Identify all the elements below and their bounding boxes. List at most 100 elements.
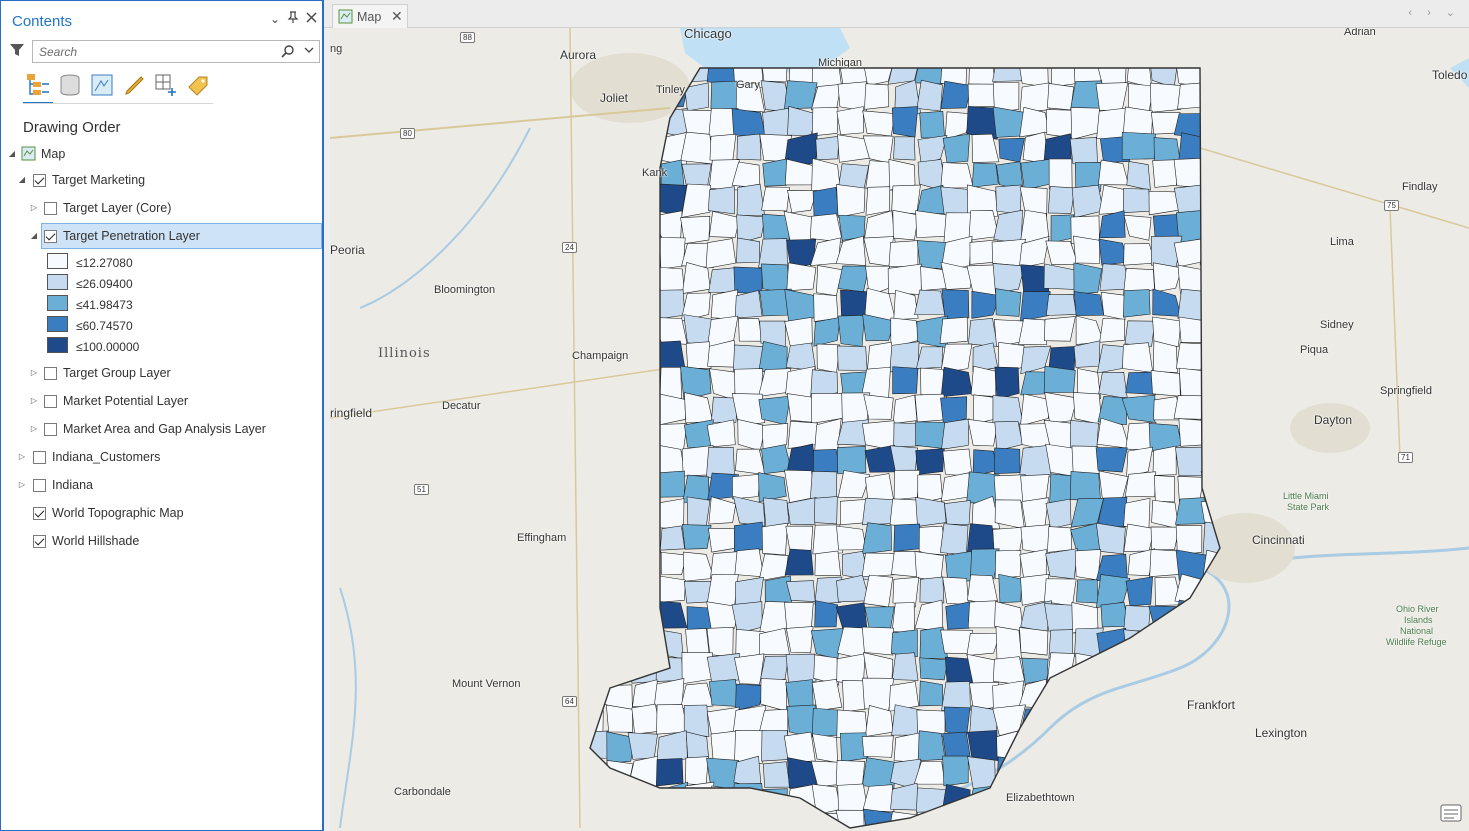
expand-triangle-icon[interactable]: ▷ [17,446,27,468]
layer-checkbox[interactable] [33,507,46,520]
zip-area [630,211,657,244]
toolbar-divider [23,103,213,104]
list-by-drawing-order-icon[interactable] [25,71,51,99]
tree-item-target-marketing[interactable]: ◢ Target Marketing [17,169,317,191]
layer-checkbox[interactable] [33,535,46,548]
layer-checkbox[interactable] [44,230,57,243]
search-icon[interactable] [281,44,295,58]
layer-checkbox[interactable] [44,202,57,215]
map-canvas[interactable]: Illinois Chicago Aurora Joliet Tinley Ga… [330,28,1469,831]
zip-area [942,755,969,787]
list-by-labeling-icon[interactable] [185,71,211,99]
place-label: ng [330,43,343,55]
place-label: Toledo [1432,68,1468,82]
expand-triangle-icon[interactable]: ▷ [29,418,39,440]
list-by-snapping-icon[interactable] [153,71,179,99]
pin-icon[interactable] [285,11,301,27]
place-label: Bloomington [434,284,496,296]
tree-item-label: Indiana_Customers [52,450,161,464]
legend-label: ≤12.27080 [76,256,133,270]
zip-area [627,185,661,217]
expand-triangle-icon[interactable]: ▷ [29,390,39,412]
zip-area [629,813,660,828]
zip-area [628,755,659,790]
tree-item-target-layer-core[interactable]: ▷ Target Layer (Core) [29,197,319,219]
place-label: Wildlife Refuge [1386,637,1447,647]
zip-area [994,366,1020,400]
tree-item-map[interactable]: ◢ Map [7,143,307,165]
zip-area [685,341,712,369]
zip-area [605,288,637,320]
zip-area [967,730,999,761]
tree-item-label: Target Marketing [52,173,146,187]
zip-area [655,758,684,787]
chevron-down-icon[interactable] [304,45,314,55]
zip-area [590,421,610,452]
zip-area [891,602,915,634]
zip-area [836,525,867,551]
list-by-editing-icon[interactable] [121,71,147,99]
tree-item-label: Target Penetration Layer [63,229,200,243]
collapse-triangle-icon[interactable]: ◢ [29,225,39,247]
list-by-source-icon[interactable] [57,71,83,99]
close-icon[interactable] [303,11,319,27]
zip-area [786,443,817,475]
zip-area [1072,784,1103,816]
layer-checkbox[interactable] [33,451,46,464]
zip-area [733,521,764,554]
map-overview-icon[interactable] [1440,803,1462,823]
zip-area [992,680,1024,709]
tree-item-world-topographic[interactable]: World Topographic Map [17,502,317,524]
zip-area [863,394,894,420]
zip-area [737,419,767,452]
tree-item-market-potential[interactable]: ▷ Market Potential Layer [29,390,319,412]
tab-nav-arrows[interactable]: ‹ › ⌄ [1408,6,1461,19]
tree-item-target-penetration[interactable]: ◢ Target Penetration Layer [29,225,319,247]
layer-checkbox[interactable] [44,367,57,380]
close-icon[interactable]: ✕ [391,8,403,25]
zip-area [656,704,689,735]
zip-area [893,732,921,763]
tree-item-market-area-gap[interactable]: ▷ Market Area and Gap Analysis Layer [29,418,319,440]
zip-area [945,601,972,630]
list-by-selection-icon[interactable] [89,71,115,99]
collapse-triangle-icon[interactable]: ◢ [7,143,17,165]
zip-area [632,679,659,708]
zip-area [1178,132,1207,163]
zip-area [705,785,741,812]
zip-area [971,162,999,188]
search-input[interactable] [37,43,277,60]
expand-triangle-icon[interactable]: ▷ [17,474,27,496]
zip-area [685,781,715,816]
zip-area [1069,137,1098,167]
map-icon [338,9,353,24]
tree-item-target-group[interactable]: ▷ Target Group Layer [29,362,319,384]
zip-area [1124,471,1156,498]
zip-area [590,521,609,553]
zip-area [915,787,948,816]
contents-header: Contents ⌄ [1,1,323,37]
zip-area [604,449,636,476]
filter-icon[interactable] [9,42,25,58]
zip-area [1149,707,1182,736]
tree-item-indiana-customers[interactable]: ▷ Indiana_Customers [17,446,317,468]
expand-triangle-icon[interactable]: ▷ [29,197,39,219]
illinois-river [359,127,531,309]
chevron-down-icon[interactable]: ⌄ [267,11,283,27]
expand-triangle-icon[interactable]: ▷ [29,362,39,384]
tree-item-world-hillshade[interactable]: World Hillshade [17,530,317,552]
layer-checkbox[interactable] [33,479,46,492]
layer-checkbox[interactable] [33,174,46,187]
zip-area [758,472,787,503]
collapse-triangle-icon[interactable]: ◢ [17,169,27,191]
tree-item-indiana[interactable]: ▷ Indiana [17,474,317,496]
search-field[interactable] [32,40,320,63]
tree-item-label: Target Layer (Core) [63,201,172,215]
zip-area [590,785,609,811]
zip-area [736,183,766,216]
zip-area [919,576,945,604]
layer-checkbox[interactable] [44,423,57,436]
tab-map[interactable]: Map ✕ [332,4,408,28]
layer-checkbox[interactable] [44,395,57,408]
zip-area [1095,447,1128,473]
